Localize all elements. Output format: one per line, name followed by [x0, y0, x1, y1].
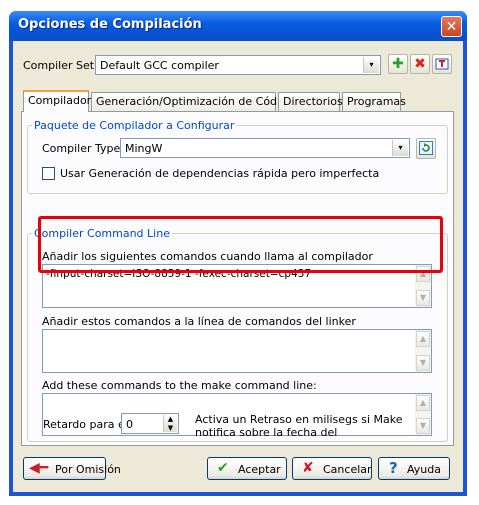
delay-label: Retardo para el: [43, 418, 128, 431]
close-icon: ✕: [445, 19, 458, 35]
cancel-x-icon: ✘: [302, 460, 314, 476]
cancel-button-label: Cancelar: [323, 463, 372, 476]
compiler-type-select[interactable]: MingW ▾: [120, 138, 410, 158]
compiler-set-select[interactable]: Default GCC compiler ▾: [95, 55, 381, 75]
chevron-down-icon[interactable]: ▾: [392, 140, 408, 156]
scroll-down-icon[interactable]: ▼: [416, 290, 430, 306]
refresh-button[interactable]: [416, 138, 436, 159]
highlight-annotation: [38, 216, 443, 273]
spin-arrows-icon[interactable]: ▲ ▼: [163, 415, 177, 432]
delete-compiler-set-button[interactable]: ✖: [410, 54, 430, 74]
default-button[interactable]: ◀━ Por Omisión: [23, 457, 121, 480]
accept-button-label: Aceptar: [238, 463, 281, 476]
scroll-up-icon[interactable]: ▲: [416, 395, 430, 411]
cancel-button[interactable]: ✘ Cancelar: [292, 457, 372, 480]
tab-generacion-optimizacion[interactable]: Generación/Optimización de Código: [91, 92, 294, 111]
window-title: Opciones de Compilación: [18, 17, 202, 32]
delay-spinner[interactable]: 0 ▲ ▼: [121, 413, 179, 434]
refresh-icon: [419, 141, 433, 155]
tab-directorios[interactable]: Directorios: [278, 92, 343, 111]
delay-value: 0: [126, 418, 133, 431]
tab-compilador[interactable]: Compilador: [23, 90, 92, 112]
compiler-set-value: Default GCC compiler: [100, 59, 219, 72]
default-button-label: Por Omisión: [55, 463, 121, 476]
rename-compiler-set-button[interactable]: [432, 54, 452, 74]
delete-icon: ✖: [414, 56, 426, 72]
close-button[interactable]: ✕: [441, 16, 462, 37]
linker-commands-label: Añadir estos comandos a la línea de coma…: [42, 315, 356, 328]
fast-deps-label: Usar Generación de dependencias rápida p…: [60, 167, 380, 180]
delay-description: Activa un Retraso en milisegs si Make no…: [195, 413, 403, 439]
tab-label: Compilador: [28, 94, 92, 107]
title-bar[interactable]: Opciones de Compilación ✕: [9, 11, 467, 41]
checkmark-icon: ✔: [217, 460, 229, 476]
linker-commands-textarea[interactable]: ▲ ▼: [42, 329, 432, 373]
help-icon: ?: [389, 459, 398, 477]
tab-label: Generación/Optimización de Código: [96, 95, 294, 108]
help-button[interactable]: ? Ayuda: [378, 457, 450, 480]
scroll-down-icon[interactable]: ▼: [416, 355, 430, 371]
make-commands-label: Add these commands to the make command l…: [42, 379, 317, 392]
compiler-type-value: MingW: [125, 142, 163, 155]
rename-icon: [435, 58, 449, 70]
tab-page-compilador: Paquete de Compilador a Configurar Compi…: [21, 111, 454, 446]
tab-programas[interactable]: Programas: [342, 92, 406, 111]
linker-commands-scrollbar[interactable]: ▲ ▼: [415, 330, 431, 372]
scroll-up-icon[interactable]: ▲: [416, 331, 430, 347]
compiler-set-label: Compiler Set :: [23, 59, 102, 72]
fast-deps-checkbox[interactable]: [42, 167, 55, 180]
tab-label: Directorios: [283, 95, 343, 108]
chevron-down-icon[interactable]: ▾: [363, 57, 379, 73]
arrow-left-icon: ◀━: [29, 460, 49, 476]
compiler-type-label: Compiler Type:: [42, 142, 124, 155]
help-button-label: Ayuda: [407, 463, 441, 476]
accept-button[interactable]: ✔ Aceptar: [207, 457, 287, 480]
package-group-legend: Paquete de Compilador a Configurar: [34, 119, 235, 132]
tab-label: Programas: [347, 95, 406, 108]
add-compiler-set-button[interactable]: ✚: [388, 54, 408, 74]
add-icon: ✚: [392, 56, 404, 72]
